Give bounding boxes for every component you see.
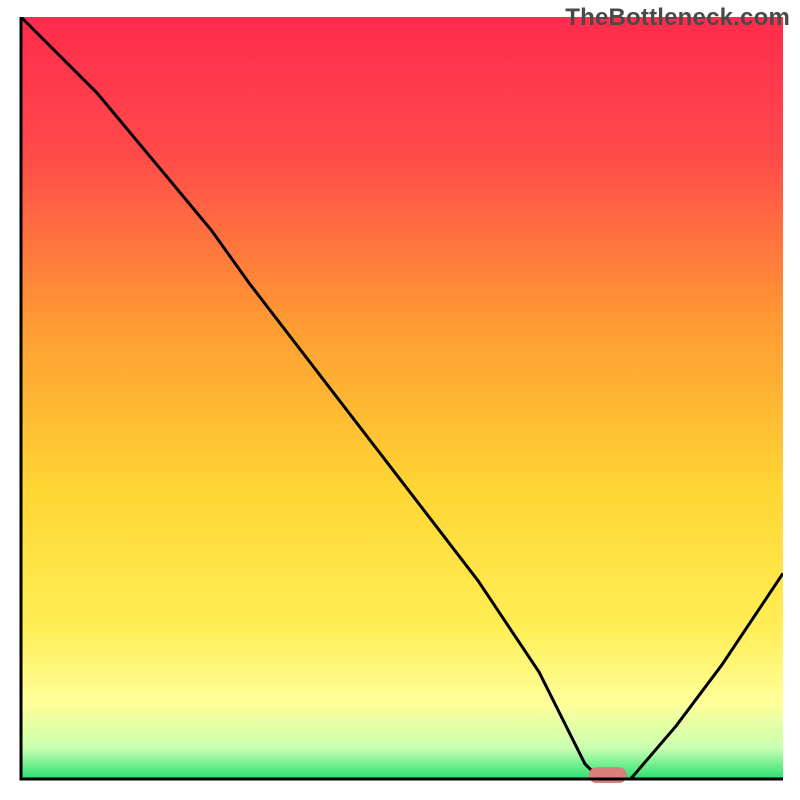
bottleneck-chart: [17, 17, 783, 783]
chart-container: TheBottleneck.com: [0, 0, 800, 800]
optimal-marker: [589, 767, 627, 783]
gradient-background: [21, 17, 783, 779]
watermark-text: TheBottleneck.com: [565, 4, 790, 32]
